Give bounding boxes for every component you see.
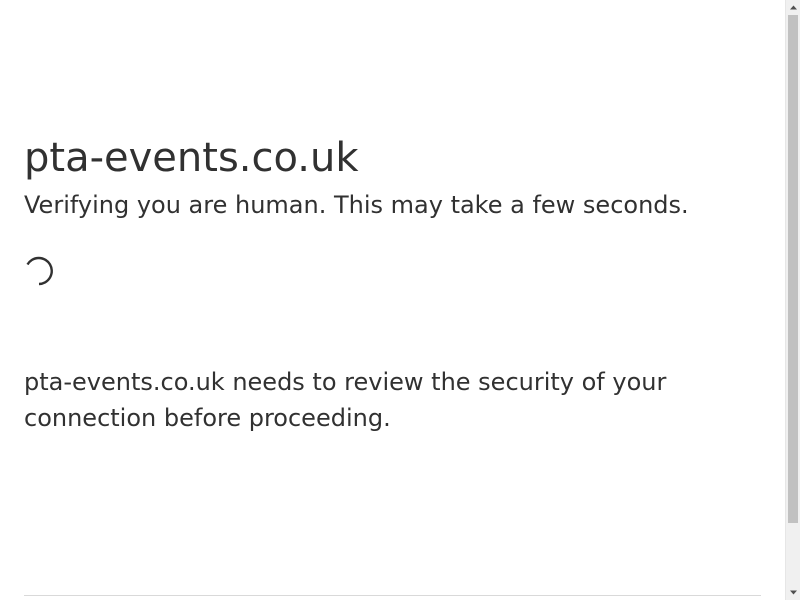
verifying-message: Verifying you are human. This may take a… <box>24 191 689 219</box>
loading-spinner-icon <box>26 256 53 286</box>
security-message: pta-events.co.uk needs to review the sec… <box>24 368 667 432</box>
scrollbar-thumb[interactable] <box>788 15 798 523</box>
chevron-up-icon[interactable] <box>786 0 800 15</box>
site-title: pta-events.co.uk <box>24 135 359 181</box>
vertical-scrollbar[interactable] <box>785 0 800 600</box>
footer-divider <box>24 595 761 596</box>
challenge-page: pta-events.co.uk Verifying you are human… <box>0 0 785 600</box>
chevron-down-icon[interactable] <box>786 585 800 600</box>
